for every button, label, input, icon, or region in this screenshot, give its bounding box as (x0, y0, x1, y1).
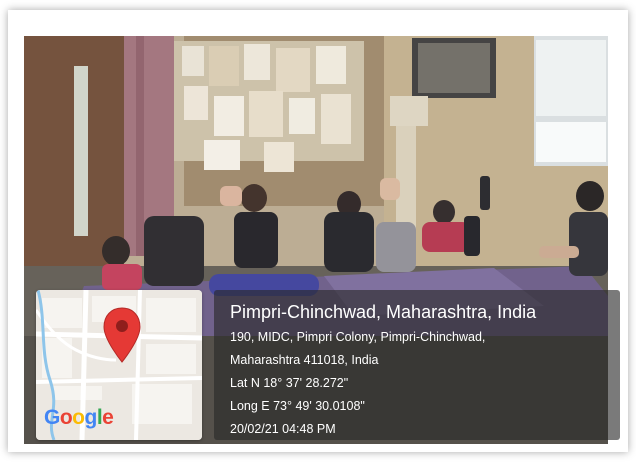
google-logo-letter: o (59, 406, 73, 429)
google-logo-letter: o (72, 406, 85, 429)
map-pin-icon (103, 307, 141, 363)
location-map: Google (36, 290, 202, 440)
datetime-text: 20/02/21 04:48 PM (230, 422, 336, 436)
latitude-text: Lat N 18° 37' 28.272" (230, 376, 349, 390)
address-line-1: 190, MIDC, Pimpri Colony, Pimpri-Chinchw… (230, 330, 486, 344)
google-logo-letter: G (44, 406, 60, 429)
longitude-text: Long E 73° 49' 30.0108" (230, 399, 365, 413)
google-logo: Google (44, 406, 114, 430)
location-title: Pimpri-Chinchwad, Maharashtra, India (230, 302, 537, 322)
address-line-2: Maharashtra 411018, India (230, 353, 379, 367)
google-logo-letter: e (102, 406, 114, 429)
google-logo-letter: g (84, 406, 98, 429)
